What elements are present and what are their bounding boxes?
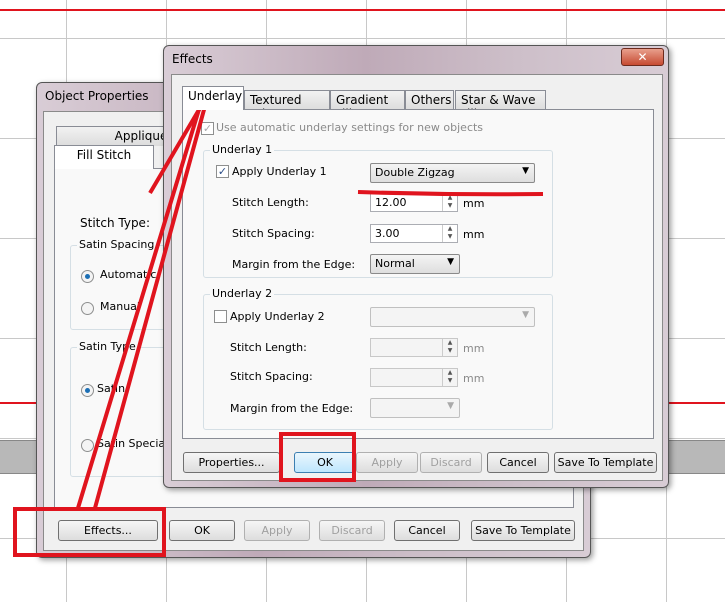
tab-underlay[interactable]: Underlay	[182, 86, 244, 110]
effects-highlight-box	[13, 507, 166, 557]
tab-fill-stitch[interactable]: Fill Stitch	[54, 145, 154, 169]
ok-highlight-box	[279, 432, 356, 482]
underline-mark	[357, 190, 544, 197]
annotation-overlay	[13, 105, 544, 557]
